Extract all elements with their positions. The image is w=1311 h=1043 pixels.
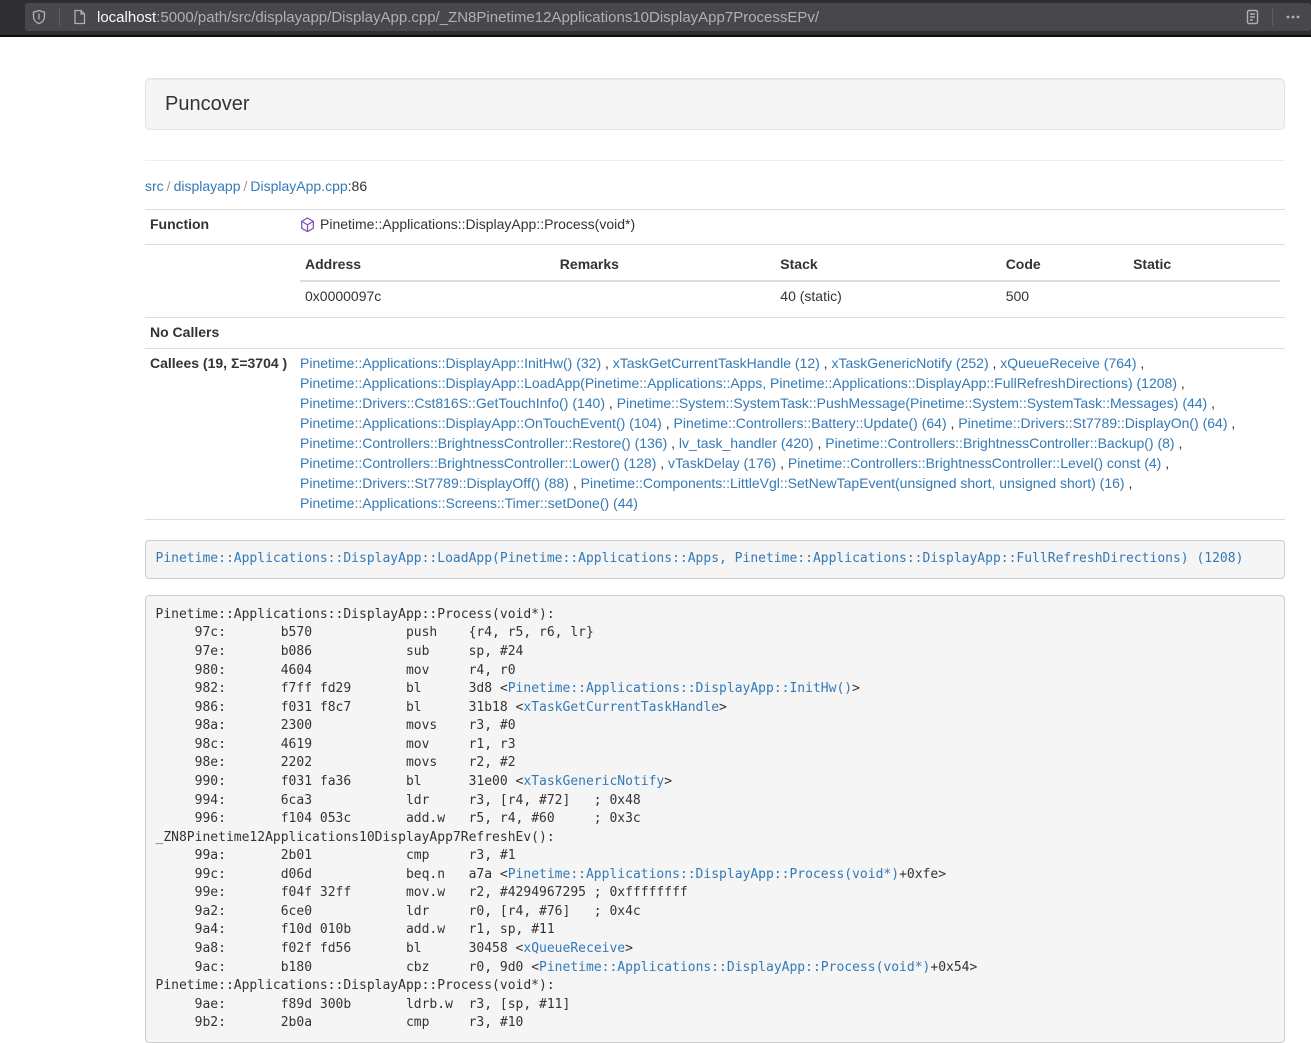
callee-link[interactable]: xTaskGetCurrentTaskHandle (12): [613, 355, 820, 371]
callees-row: Callees (19, Σ=3704 ) Pinetime::Applicat…: [145, 348, 1285, 519]
function-cube-icon: [300, 217, 315, 239]
reader-view-icon[interactable]: [1239, 9, 1266, 25]
no-callers-label: No Callers: [145, 317, 295, 348]
callee-link[interactable]: vTaskDelay (176): [668, 455, 776, 471]
address-value: 0x0000097c: [300, 281, 555, 312]
code-value: 500: [1001, 281, 1128, 312]
menu-icon[interactable]: [1279, 9, 1311, 25]
function-label: Function: [145, 210, 295, 245]
shield-icon[interactable]: [25, 9, 53, 25]
static-value: [1128, 281, 1280, 312]
highlighted-callee-link[interactable]: Pinetime::Applications::DisplayApp::Load…: [156, 551, 1244, 566]
callee-link[interactable]: Pinetime::Controllers::Battery::Update()…: [674, 415, 947, 431]
url-path: :5000/path/src/displayapp/DisplayApp.cpp…: [156, 9, 819, 26]
callee-link[interactable]: Pinetime::Controllers::BrightnessControl…: [300, 455, 656, 471]
callee-separator: ,: [662, 415, 674, 431]
callee-separator: ,: [1136, 355, 1144, 371]
asm-symbol-link[interactable]: xQueueReceive: [523, 941, 625, 956]
page-container: Puncover src/displayapp/DisplayApp.cpp:8…: [145, 78, 1285, 1043]
callee-link[interactable]: Pinetime::Drivers::St7789::DisplayOff() …: [300, 475, 569, 491]
column-header-code: Code: [1001, 250, 1128, 281]
app-header: Puncover: [145, 78, 1285, 130]
callee-link[interactable]: Pinetime::Applications::DisplayApp::Load…: [300, 375, 1177, 391]
callee-separator: ,: [820, 355, 832, 371]
callee-link[interactable]: Pinetime::Drivers::St7789::DisplayOn() (…: [958, 415, 1227, 431]
breadcrumb-separator: /: [241, 178, 251, 194]
callee-link[interactable]: xQueueReceive (764): [1000, 355, 1136, 371]
highlighted-callee-block: Pinetime::Applications::DisplayApp::Load…: [145, 540, 1285, 580]
toolbar-border: [0, 35, 1311, 37]
breadcrumb: src/displayapp/DisplayApp.cpp:86: [145, 176, 1285, 196]
callee-link[interactable]: Pinetime::Applications::DisplayApp::Init…: [300, 355, 601, 371]
divider: [145, 160, 1285, 161]
callee-separator: ,: [776, 455, 788, 471]
column-header-stack: Stack: [775, 250, 1000, 281]
callee-separator: ,: [1228, 415, 1236, 431]
url-address[interactable]: localhost:5000/path/src/displayapp/Displ…: [97, 9, 1239, 26]
callee-separator: ,: [656, 455, 668, 471]
callees-label: Callees (19, Σ=3704 ): [145, 348, 295, 519]
column-header-address: Address: [300, 250, 555, 281]
callee-separator: ,: [1207, 395, 1215, 411]
callers-row: No Callers: [145, 317, 1285, 348]
function-detail-row: Address Remarks Stack Code Static 0x0000…: [145, 244, 1285, 317]
table-row: 0x0000097c 40 (static) 500: [300, 281, 1280, 312]
remarks-value: [555, 281, 776, 312]
callee-separator: ,: [605, 395, 617, 411]
callee-link[interactable]: Pinetime::Controllers::BrightnessControl…: [825, 435, 1174, 451]
callee-link[interactable]: xTaskGenericNotify (252): [831, 355, 988, 371]
callee-separator: ,: [814, 435, 826, 451]
asm-symbol-link[interactable]: xTaskGenericNotify: [523, 774, 664, 789]
breadcrumb-line-number: :86: [348, 178, 367, 194]
callee-separator: ,: [569, 475, 581, 491]
function-row: Function Pinetime::Applications::Display…: [145, 210, 1285, 245]
callee-separator: ,: [1177, 375, 1185, 391]
callee-link[interactable]: Pinetime::Applications::DisplayApp::OnTo…: [300, 415, 662, 431]
disassembly-block: Pinetime::Applications::DisplayApp::Proc…: [145, 595, 1285, 1043]
asm-symbol-link[interactable]: Pinetime::Applications::DisplayApp::Proc…: [508, 867, 899, 882]
callees-list: Pinetime::Applications::DisplayApp::Init…: [295, 348, 1285, 519]
function-metrics-table: Address Remarks Stack Code Static 0x0000…: [300, 250, 1280, 312]
asm-symbol-link[interactable]: Pinetime::Applications::DisplayApp::Init…: [508, 681, 852, 696]
function-table: Function Pinetime::Applications::Display…: [145, 209, 1285, 520]
callee-separator: ,: [1125, 475, 1133, 491]
callee-link[interactable]: Pinetime::System::SystemTask::PushMessag…: [617, 395, 1208, 411]
callee-link[interactable]: Pinetime::Applications::Screens::Timer::…: [300, 495, 638, 511]
page-icon[interactable]: [66, 9, 93, 25]
callee-link[interactable]: Pinetime::Controllers::BrightnessControl…: [788, 455, 1161, 471]
asm-symbol-link[interactable]: xTaskGetCurrentTaskHandle: [523, 700, 719, 715]
url-bar[interactable]: localhost:5000/path/src/displayapp/Displ…: [25, 3, 1311, 31]
callee-separator: ,: [667, 435, 679, 451]
callee-separator: ,: [601, 355, 613, 371]
callee-link[interactable]: Pinetime::Controllers::BrightnessControl…: [300, 435, 667, 451]
asm-symbol-link[interactable]: Pinetime::Applications::DisplayApp::Proc…: [539, 960, 930, 975]
page-title: Puncover: [165, 94, 1265, 114]
breadcrumb-separator: /: [164, 178, 174, 194]
callee-separator: ,: [1161, 455, 1169, 471]
callee-separator: ,: [1175, 435, 1183, 451]
callee-separator: ,: [947, 415, 959, 431]
callee-link[interactable]: lv_task_handler (420): [679, 435, 814, 451]
toolbar-divider: [59, 8, 60, 26]
toolbar-divider: [1272, 8, 1273, 26]
callee-link[interactable]: Pinetime::Components::LittleVgl::SetNewT…: [581, 475, 1125, 491]
browser-toolbar: localhost:5000/path/src/displayapp/Displ…: [0, 0, 1311, 35]
breadcrumb-link-displayapp[interactable]: displayapp: [174, 178, 241, 194]
callee-link[interactable]: Pinetime::Drivers::Cst816S::GetTouchInfo…: [300, 395, 605, 411]
breadcrumb-link-file[interactable]: DisplayApp.cpp: [250, 178, 347, 194]
callee-separator: ,: [989, 355, 1001, 371]
stack-value: 40 (static): [775, 281, 1000, 312]
breadcrumb-link-src[interactable]: src: [145, 178, 164, 194]
function-name: Pinetime::Applications::DisplayApp::Proc…: [320, 215, 635, 235]
column-header-remarks: Remarks: [555, 250, 776, 281]
column-header-static: Static: [1128, 250, 1280, 281]
url-host: localhost: [97, 9, 156, 26]
